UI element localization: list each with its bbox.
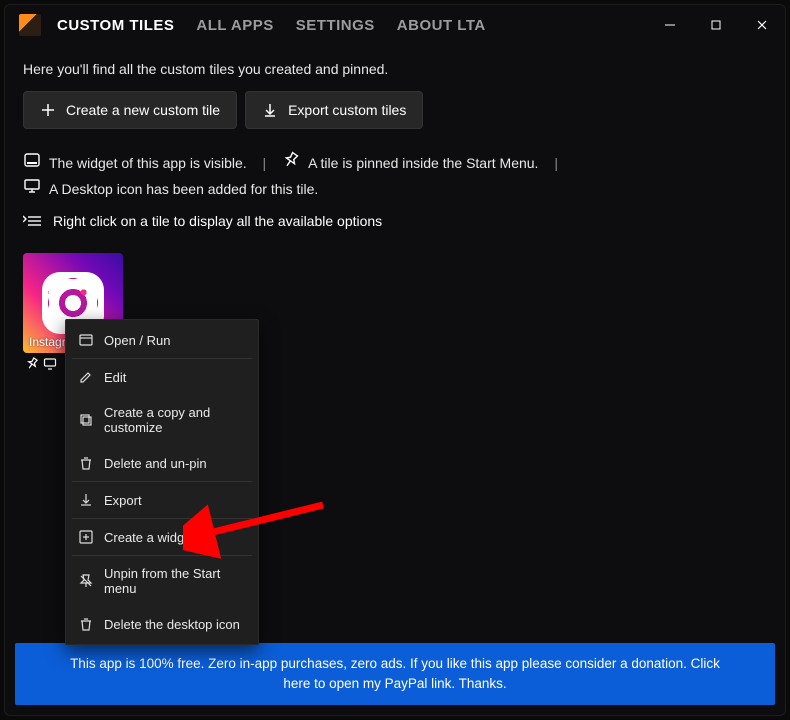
unpin-icon — [78, 573, 94, 589]
legend: The widget of this app is visible. | A t… — [23, 151, 767, 203]
hint-row: Right click on a tile to display all the… — [23, 213, 767, 229]
tab-about[interactable]: ABOUT LTA — [397, 17, 486, 34]
desktop-icon — [23, 177, 41, 203]
legend-widget-text: The widget of this app is visible. — [49, 152, 247, 176]
tile-badges — [25, 357, 57, 371]
ctx-delete-unpin[interactable]: Delete and un-pin — [66, 445, 258, 481]
titlebar: CUSTOM TILES ALL APPS SETTINGS ABOUT LTA — [5, 5, 785, 45]
ctx-delete-unpin-label: Delete and un-pin — [104, 456, 207, 471]
trash-icon — [78, 616, 94, 632]
download-icon — [78, 492, 94, 508]
pin-icon — [282, 151, 300, 177]
ctx-edit-label: Edit — [104, 370, 126, 385]
ctx-edit[interactable]: Edit — [66, 359, 258, 395]
ctx-create-widget[interactable]: Create a widget — [66, 519, 258, 555]
hint-text: Right click on a tile to display all the… — [53, 213, 382, 229]
legend-pin-text: A tile is pinned inside the Start Menu. — [308, 152, 538, 176]
close-icon — [756, 19, 768, 31]
main-tabs: CUSTOM TILES ALL APPS SETTINGS ABOUT LTA — [57, 17, 486, 34]
app-window: CUSTOM TILES ALL APPS SETTINGS ABOUT LTA… — [4, 4, 786, 716]
app-logo-icon — [19, 14, 41, 36]
ctx-open-run-label: Open / Run — [104, 333, 171, 348]
ctx-unpin-start-label: Unpin from the Start menu — [104, 566, 246, 596]
legend-desktop-text: A Desktop icon has been added for this t… — [49, 178, 318, 202]
desktop-badge-icon — [43, 357, 57, 371]
pencil-icon — [78, 369, 94, 385]
legend-pin: A tile is pinned inside the Start Menu. — [282, 151, 538, 177]
create-tile-label: Create a new custom tile — [66, 102, 220, 118]
ctx-export[interactable]: Export — [66, 482, 258, 518]
legend-widget: The widget of this app is visible. — [23, 151, 247, 177]
ctx-export-label: Export — [104, 493, 142, 508]
plus-icon — [40, 102, 56, 118]
pin-badge-icon — [25, 357, 39, 371]
export-tiles-button[interactable]: Export custom tiles — [245, 91, 423, 129]
ctx-create-widget-label: Create a widget — [104, 530, 195, 545]
open-icon — [78, 332, 94, 348]
copy-icon — [78, 412, 94, 428]
ctx-unpin-start[interactable]: Unpin from the Start menu — [66, 556, 258, 606]
window-controls — [647, 9, 785, 41]
close-button[interactable] — [739, 9, 785, 41]
legend-separator: | — [554, 155, 558, 171]
minimize-button[interactable] — [647, 9, 693, 41]
maximize-icon — [710, 19, 722, 31]
donation-banner[interactable]: This app is 100% free. Zero in-app purch… — [15, 643, 775, 706]
tab-custom-tiles[interactable]: CUSTOM TILES — [57, 17, 174, 34]
legend-desktop: A Desktop icon has been added for this t… — [23, 177, 318, 203]
ctx-open-run[interactable]: Open / Run — [66, 322, 258, 358]
context-menu: Open / Run Edit Create a copy and custom… — [65, 319, 259, 645]
ctx-delete-desktop[interactable]: Delete the desktop icon — [66, 606, 258, 642]
tab-settings[interactable]: SETTINGS — [296, 17, 375, 34]
tab-all-apps[interactable]: ALL APPS — [196, 17, 273, 34]
widget-icon — [23, 151, 41, 177]
export-tiles-label: Export custom tiles — [288, 102, 406, 118]
toolbar: Create a new custom tile Export custom t… — [23, 91, 767, 129]
minimize-icon — [664, 19, 676, 31]
ctx-copy-customize[interactable]: Create a copy and customize — [66, 395, 258, 445]
create-tile-button[interactable]: Create a new custom tile — [23, 91, 237, 129]
trash-icon — [78, 455, 94, 471]
legend-separator: | — [263, 155, 267, 171]
intro-text: Here you'll find all the custom tiles yo… — [23, 61, 767, 77]
ctx-delete-desktop-label: Delete the desktop icon — [104, 617, 240, 632]
maximize-button[interactable] — [693, 9, 739, 41]
add-widget-icon — [78, 529, 94, 545]
download-icon — [262, 102, 278, 118]
context-menu-icon — [23, 214, 43, 228]
ctx-copy-label: Create a copy and customize — [104, 405, 246, 435]
